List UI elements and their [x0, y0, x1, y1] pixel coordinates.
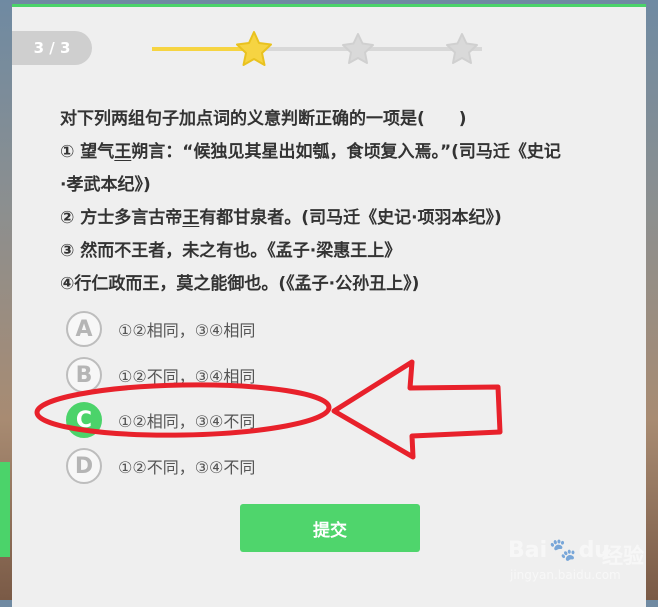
option-b-letter: B — [66, 357, 102, 393]
question-title: 对下列两组句子加点词的义意判断正确的一项是( ) — [60, 109, 467, 129]
question-line-3: ③ 然而不王者，未之有也。《孟子·梁惠王上》 — [60, 241, 402, 261]
option-c[interactable]: C ①②相同，③④不同 — [66, 401, 255, 439]
star-inactive-icon — [446, 33, 478, 64]
dotted-word: 王 — [182, 208, 200, 228]
option-b[interactable]: B ①②不同，③④相同 — [66, 356, 255, 394]
dotted-word: 王 — [114, 142, 132, 162]
question-line-4: ④行仁政而王，莫之能御也。(《孟子·公孙丑上》) — [60, 274, 420, 294]
star-active-icon — [236, 31, 272, 66]
option-a-text: ①②相同，③④相同 — [118, 321, 256, 340]
star-inactive-icon — [342, 33, 374, 64]
option-c-text: ①②相同，③④不同 — [118, 412, 256, 431]
option-a-letter: A — [66, 311, 102, 347]
progress-track — [152, 47, 482, 51]
question-line-1: ① 望气王朔言：“候独见其星出如瓠，食顷复入焉。”(司马迁《史记 — [60, 142, 561, 162]
submit-button[interactable]: 提交 — [240, 504, 420, 552]
question-text: 对下列两组句子加点词的义意判断正确的一项是( ) ① 望气王朔言：“候独见其星出… — [60, 103, 620, 301]
option-d-letter: D — [66, 448, 102, 484]
watermark-cn: 经验 — [602, 544, 644, 568]
question-line-1-cont: ·孝武本纪》) — [60, 175, 151, 195]
side-tab[interactable] — [0, 462, 10, 557]
question-counter: 3 / 3 — [12, 31, 92, 65]
option-a[interactable]: A ①②相同，③④相同 — [66, 310, 255, 348]
baidu-watermark: Bai🐾du 经验 jingyan.baidu.com — [508, 538, 648, 594]
question-line-2: ② 方士多言古帝王有都甘泉者。(司马迁《史记·项羽本纪》) — [60, 208, 502, 228]
watermark-url: jingyan.baidu.com — [510, 568, 621, 582]
quiz-card: 3 / 3 对下列两组句子加点词的义意判断正确的一项是( ) ① 望气王朔言：“… — [12, 4, 646, 607]
option-b-text: ①②不同，③④相同 — [118, 367, 256, 386]
option-d[interactable]: D ①②不同，③④不同 — [66, 447, 255, 485]
option-d-text: ①②不同，③④不同 — [118, 458, 256, 477]
option-c-letter: C — [66, 402, 102, 438]
watermark-brand: Bai🐾du — [508, 538, 610, 563]
